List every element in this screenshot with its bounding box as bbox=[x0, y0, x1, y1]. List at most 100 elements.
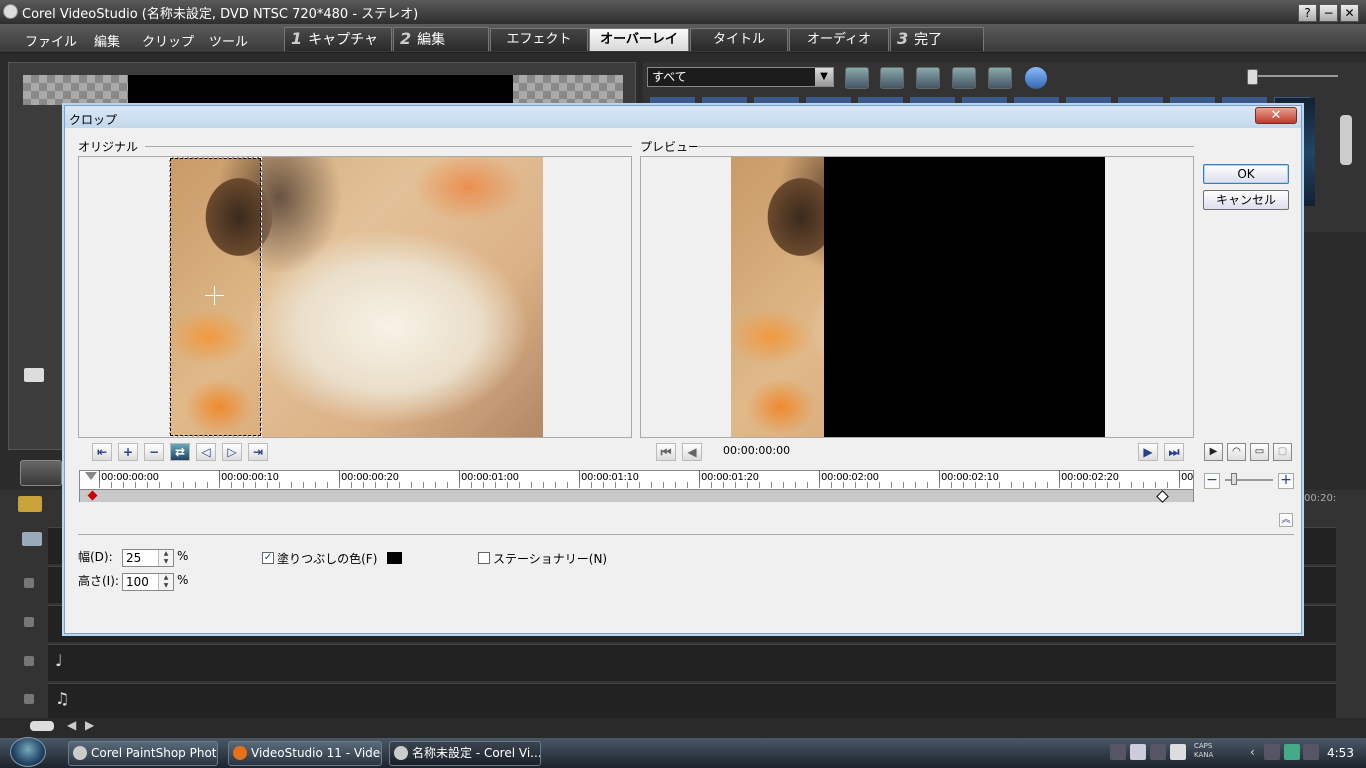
tray-expand-icon[interactable]: ‹ bbox=[1250, 745, 1255, 759]
keyframe-track[interactable] bbox=[80, 489, 1193, 502]
scroll-left-icon[interactable]: ◀ bbox=[67, 718, 76, 732]
ruler-minor-tick bbox=[123, 482, 124, 488]
stepper-arrows-icon[interactable]: ▲ ▼ bbox=[158, 550, 173, 566]
collapse-options-icon[interactable]: ︽ bbox=[1279, 513, 1293, 527]
menu-clip[interactable]: クリップ bbox=[142, 31, 194, 50]
playhead-marker[interactable] bbox=[85, 472, 97, 480]
help-button[interactable]: ? bbox=[1298, 4, 1317, 22]
thumbnail-size-slider[interactable] bbox=[1252, 75, 1338, 77]
height-stepper[interactable]: 100 ▲ ▼ bbox=[122, 573, 174, 591]
ruler-minor-tick bbox=[843, 482, 844, 488]
monitor-icon[interactable]: ▢ bbox=[1273, 443, 1292, 461]
timeline-view-icon[interactable] bbox=[18, 496, 42, 512]
timeline-track[interactable] bbox=[48, 683, 1336, 720]
play-icon[interactable]: ▶ bbox=[1204, 443, 1223, 461]
taskbar-item-paintshop[interactable]: Corel PaintShop Photo... bbox=[68, 741, 218, 766]
stationary-checkbox[interactable] bbox=[478, 552, 490, 564]
add-keyframe-icon[interactable]: + bbox=[118, 443, 138, 461]
tab-effect[interactable]: エフェクト bbox=[490, 28, 588, 51]
height-label: 高さ(I): bbox=[78, 574, 119, 588]
language-bar-icon[interactable] bbox=[1110, 744, 1126, 760]
step-edit[interactable]: 2 編集 bbox=[393, 27, 489, 51]
menu-file[interactable]: ファイル bbox=[25, 31, 77, 50]
timeline-scrollbar[interactable] bbox=[0, 718, 1366, 738]
cancel-button[interactable]: キャンセル bbox=[1203, 190, 1289, 210]
divider bbox=[697, 146, 1194, 147]
zoom-in-button[interactable]: + bbox=[1278, 473, 1294, 489]
tab-title[interactable]: タイトル bbox=[690, 28, 788, 51]
step-capture[interactable]: 1 キャプチャ bbox=[284, 27, 392, 51]
ime-mode-icon[interactable] bbox=[1130, 744, 1146, 760]
ruler-minor-tick bbox=[543, 482, 544, 488]
go-to-end-icon[interactable]: ⏭ bbox=[1164, 443, 1184, 461]
storyboard-view-button[interactable] bbox=[20, 460, 62, 486]
smooth-icon[interactable]: ◠ bbox=[1227, 443, 1246, 461]
trim-marker-icon[interactable] bbox=[24, 368, 44, 382]
start-button[interactable] bbox=[10, 737, 46, 767]
network-icon[interactable] bbox=[1264, 744, 1280, 760]
ruler-tick-label: 00:00:00:20 bbox=[341, 472, 399, 483]
slider-knob[interactable] bbox=[1247, 69, 1258, 85]
zoom-to-fit-icon[interactable] bbox=[30, 721, 54, 731]
ruler-minor-tick bbox=[183, 482, 184, 488]
ruler-minor-tick bbox=[279, 482, 280, 488]
zoom-slider-knob[interactable] bbox=[1231, 473, 1237, 485]
folder-icon[interactable] bbox=[845, 67, 869, 89]
next-frame-icon[interactable]: ▶ bbox=[1138, 443, 1158, 461]
lock-icon[interactable] bbox=[24, 578, 34, 588]
clock[interactable]: 4:53 bbox=[1327, 746, 1354, 760]
close-button[interactable]: ✕ bbox=[1340, 4, 1359, 22]
kana-label: KANA bbox=[1194, 751, 1214, 759]
ruler-minor-tick bbox=[711, 482, 712, 488]
width-stepper[interactable]: 25 ▲ ▼ bbox=[122, 549, 174, 567]
fill-color-swatch[interactable] bbox=[387, 552, 402, 564]
move-right-icon[interactable]: ⇥ bbox=[248, 443, 268, 461]
fill-color-checkbox[interactable]: ✓ bbox=[262, 552, 274, 564]
timeline-track[interactable] bbox=[48, 644, 1336, 681]
taskbar-item-videostudio[interactable]: 名称未設定 - Corel Vi... bbox=[389, 741, 541, 766]
ruler-minor-tick bbox=[435, 482, 436, 488]
tray-app-icon[interactable] bbox=[1284, 744, 1300, 760]
scroll-right-icon[interactable]: ▶ bbox=[85, 718, 94, 732]
reverse-keyframes-icon[interactable]: ⇄ bbox=[170, 443, 190, 461]
step-finish[interactable]: 3 完了 bbox=[890, 27, 984, 51]
ime-help-icon[interactable] bbox=[1170, 744, 1186, 760]
refresh-icon[interactable] bbox=[952, 67, 976, 89]
zoom-out-button[interactable]: − bbox=[1204, 473, 1220, 489]
tab-overlay[interactable]: オーバーレイ bbox=[589, 28, 689, 51]
calendar-icon[interactable] bbox=[916, 67, 940, 89]
gallery-icon[interactable] bbox=[988, 67, 1012, 89]
expand-options-icon[interactable] bbox=[1025, 67, 1047, 89]
fill-color-label[interactable]: 塗りつぶしの色(F) bbox=[277, 550, 377, 567]
menu-edit[interactable]: 編集 bbox=[94, 31, 120, 50]
dialog-close-button[interactable]: ✕ bbox=[1255, 107, 1297, 124]
preview-on-tv-icon[interactable]: ▭ bbox=[1250, 443, 1269, 461]
stationary-label[interactable]: ステーショナリー(N) bbox=[493, 550, 607, 567]
next-keyframe-icon[interactable]: ▷ bbox=[222, 443, 242, 461]
library-filter-select[interactable]: すべて ▼ bbox=[647, 67, 834, 87]
move-left-icon[interactable]: ⇤ bbox=[92, 443, 112, 461]
menu-tools[interactable]: ツール bbox=[209, 31, 248, 50]
width-percent: % bbox=[177, 549, 189, 563]
prev-keyframe-icon[interactable]: ◁ bbox=[196, 443, 216, 461]
minimize-button[interactable]: − bbox=[1319, 4, 1338, 22]
remove-keyframe-icon[interactable]: − bbox=[144, 443, 164, 461]
ruler-minor-tick bbox=[831, 482, 832, 488]
go-to-start-icon[interactable]: ⏮ bbox=[656, 443, 676, 461]
previous-frame-icon[interactable]: ◀ bbox=[682, 443, 702, 461]
lock-icon[interactable] bbox=[24, 656, 34, 666]
taskbar-item-firefox[interactable]: VideoStudio 11 - Video... bbox=[228, 741, 382, 766]
ime-tools-icon[interactable] bbox=[1150, 744, 1166, 760]
divider bbox=[145, 146, 632, 147]
ok-button[interactable]: OK bbox=[1203, 164, 1289, 184]
stepper-arrows-icon[interactable]: ▲ ▼ bbox=[158, 574, 173, 590]
crop-rectangle[interactable] bbox=[169, 157, 262, 437]
ruler-minor-tick bbox=[915, 482, 916, 488]
lock-icon[interactable] bbox=[24, 694, 34, 704]
track-manager-icon[interactable] bbox=[22, 532, 42, 546]
library-scrollbar[interactable] bbox=[1340, 115, 1352, 165]
lock-icon[interactable] bbox=[24, 617, 34, 627]
volume-icon[interactable] bbox=[1303, 744, 1319, 760]
tab-audio[interactable]: オーディオ bbox=[789, 28, 889, 51]
sort-icon[interactable] bbox=[880, 67, 904, 89]
